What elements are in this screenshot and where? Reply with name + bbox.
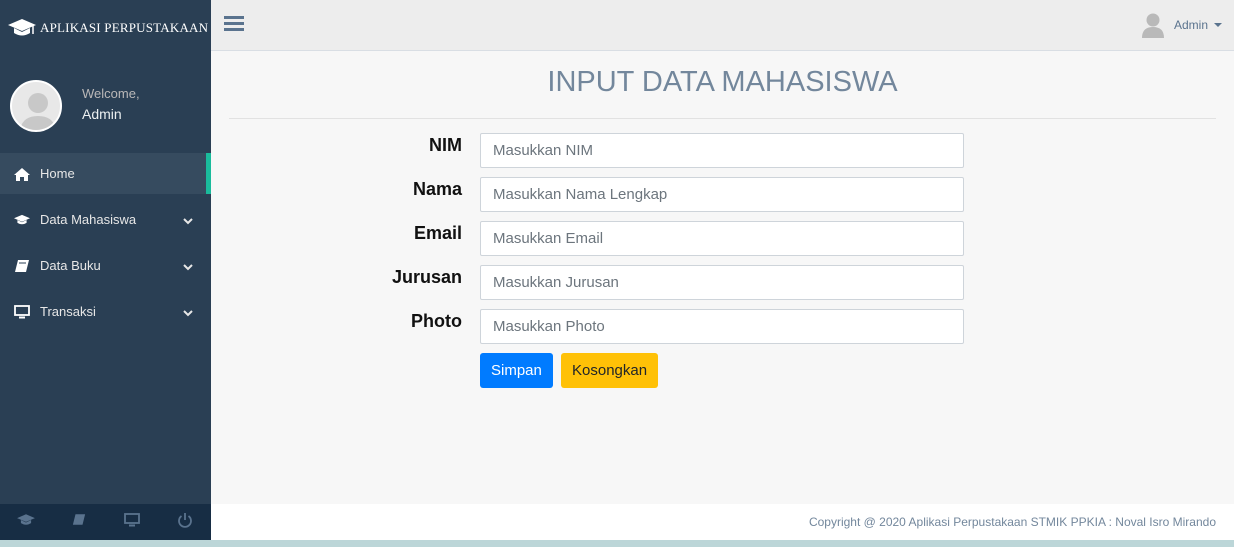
sidebar-footer-button[interactable] [53,504,105,540]
nim-input[interactable] [480,133,964,168]
brand[interactable]: APLIKASI PERPUSTAKAAN [0,0,211,56]
book-icon [72,513,86,531]
user-avatar-icon [1141,12,1164,38]
nim-label: NIM [429,135,462,155]
form-row-nama: Nama [211,177,1234,213]
brand-title: APLIKASI PERPUSTAKAAN [40,20,209,35]
sidebar-item-label: Home [40,166,75,181]
photo-input[interactable] [480,309,964,344]
profile-name: Admin [82,106,122,122]
graduation-cap-icon [17,513,36,532]
sidebar-menu: Home Data Mahasiswa Data Buku Transaksi [0,153,211,332]
sidebar-item-data-mahasiswa[interactable]: Data Mahasiswa [0,199,211,240]
sidebar-item-label: Data Buku [40,258,101,273]
profile: Welcome, Admin [0,66,211,146]
menu-toggle-icon[interactable] [224,16,244,32]
jurusan-input[interactable] [480,265,964,300]
divider [229,118,1216,119]
sidebar-item-transaksi[interactable]: Transaksi [0,291,211,332]
home-icon [14,167,30,181]
chevron-down-icon [183,306,193,317]
form-row-nim: NIM [211,133,1234,169]
sidebar-item-home[interactable]: Home [0,153,211,194]
caret-down-icon [1214,23,1222,27]
form-row-email: Email [211,221,1234,257]
form-row-photo: Photo [211,309,1234,345]
sidebar: APLIKASI PERPUSTAKAAN Welcome, Admin Hom… [0,0,211,540]
sidebar-footer-button[interactable] [0,504,52,540]
logout-button[interactable] [159,504,211,540]
page-title: INPUT DATA MAHASISWA [547,66,898,98]
sidebar-item-label: Data Mahasiswa [40,212,137,227]
welcome-text: Welcome, [82,86,140,101]
page-footer: Copyright @ 2020 Aplikasi Perpustakaan S… [211,504,1234,540]
email-input[interactable] [480,221,964,256]
nama-label: Nama [412,179,462,199]
email-label: Email [413,223,462,243]
user-menu[interactable]: Admin [1141,12,1222,38]
avatar [10,80,62,132]
desktop-icon [123,512,140,532]
main-content: INPUT DATA MAHASISWA NIM Nama Email Juru… [211,51,1234,504]
jurusan-label: Jurusan [391,267,462,287]
photo-label: Photo [411,311,462,331]
graduation-cap-icon [14,213,30,227]
save-button[interactable]: Simpan [480,353,553,388]
chevron-down-icon [183,214,193,225]
graduation-cap-icon [8,17,36,39]
nama-input[interactable] [480,177,964,212]
top-nav: Admin [211,0,1234,51]
sidebar-footer-button[interactable] [106,504,158,540]
sidebar-footer [0,504,211,540]
form-row-jurusan: Jurusan [211,265,1234,301]
bottom-strip [0,540,1234,547]
copyright-text: Copyright @ 2020 Aplikasi Perpustakaan S… [808,515,1216,529]
sidebar-item-label: Transaksi [40,304,96,319]
user-name: Admin [1173,18,1208,32]
chevron-down-icon [183,260,193,271]
power-icon [177,512,193,533]
sidebar-item-data-buku[interactable]: Data Buku [0,245,211,286]
reset-button[interactable]: Kosongkan [561,353,659,388]
desktop-icon [14,304,30,319]
book-icon [14,259,30,273]
